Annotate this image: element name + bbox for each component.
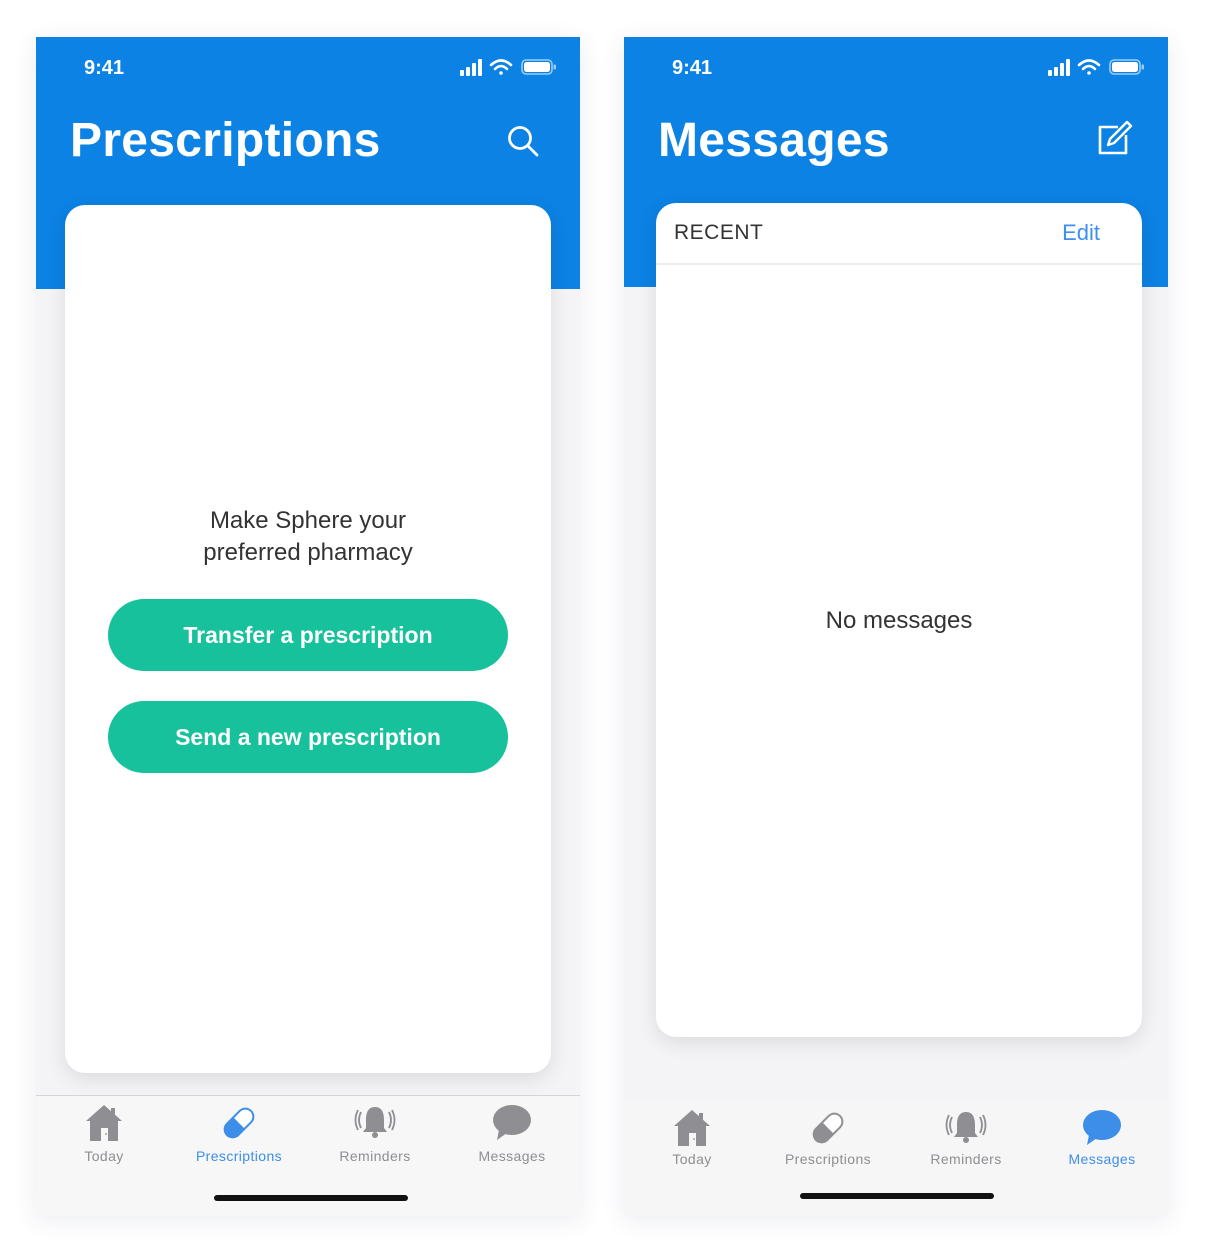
page-title: Prescriptions (70, 114, 381, 167)
prescriptions-screen: 9:41 Prescriptions Make Sphere your pref… (36, 37, 580, 1216)
tab-prescriptions[interactable]: Prescriptions (760, 1101, 896, 1181)
tab-today[interactable]: Today (36, 1096, 172, 1176)
tab-label: Messages (1068, 1151, 1136, 1167)
bell-icon (945, 1112, 987, 1143)
tab-label: Reminders (339, 1148, 411, 1164)
compose-icon[interactable] (1094, 119, 1134, 159)
chat-bubble-icon (1083, 1110, 1121, 1145)
tab-messages[interactable]: Messages (444, 1096, 580, 1176)
tab-label: Reminders (930, 1151, 1002, 1167)
tab-prescriptions[interactable]: Prescriptions (171, 1096, 307, 1176)
signal-icon (460, 59, 482, 76)
send-new-prescription-button[interactable]: Send a new prescription (108, 701, 508, 773)
tab-messages[interactable]: Messages (1034, 1101, 1168, 1181)
tab-label: Messages (478, 1148, 546, 1164)
tab-label: Today (84, 1148, 124, 1164)
recent-section-header: RECENT Edit (656, 203, 1142, 265)
search-icon[interactable] (503, 121, 543, 161)
tab-reminders[interactable]: Reminders (898, 1101, 1034, 1181)
tab-bar: Today Prescriptions Reminders Messages (36, 1095, 580, 1216)
tab-today[interactable]: Today (624, 1101, 760, 1181)
home-indicator (214, 1195, 408, 1201)
recent-label: RECENT (674, 221, 764, 244)
house-icon (674, 1110, 710, 1146)
pill-icon (223, 1107, 255, 1139)
transfer-prescription-button[interactable]: Transfer a prescription (108, 599, 508, 671)
status-time: 9:41 (84, 57, 125, 79)
battery-icon (521, 59, 556, 75)
no-messages-text: No messages (825, 607, 973, 634)
signal-icon (1048, 59, 1070, 76)
tab-bar: Today Prescriptions Reminders Messages (624, 1101, 1168, 1216)
battery-icon (1109, 59, 1144, 75)
messages-screen: 9:41 Messages RECENT Edit No messages To… (624, 37, 1168, 1216)
empty-state-line-1: Make Sphere your (209, 507, 407, 534)
empty-state-line-2: preferred pharmacy (203, 539, 413, 566)
chat-bubble-icon (493, 1105, 531, 1140)
status-time: 9:41 (672, 57, 713, 79)
edit-button[interactable]: Edit (1062, 220, 1100, 246)
empty-state-card: Make Sphere your preferred pharmacy Tran… (65, 205, 551, 1073)
bell-icon (354, 1107, 396, 1138)
tab-label: Today (672, 1151, 712, 1167)
home-indicator (800, 1193, 994, 1199)
wifi-icon (489, 59, 513, 75)
page-title: Messages (658, 114, 890, 167)
tab-label: Prescriptions (784, 1151, 872, 1167)
status-icons (460, 59, 556, 76)
tab-label: Prescriptions (195, 1148, 283, 1164)
pill-icon (812, 1112, 844, 1144)
house-icon (86, 1105, 122, 1141)
wifi-icon (1077, 59, 1101, 75)
status-icons (1048, 59, 1144, 76)
tab-reminders[interactable]: Reminders (307, 1096, 443, 1176)
messages-card: RECENT Edit No messages (656, 203, 1142, 1037)
